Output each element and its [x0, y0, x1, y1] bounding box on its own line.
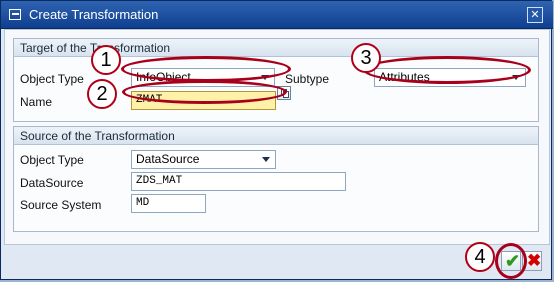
- source-system-input[interactable]: MD: [131, 194, 206, 213]
- annotation-ring-name: [122, 80, 287, 104]
- source-system-label: Source System: [20, 198, 102, 212]
- create-transformation-dialog: Create Transformation ✕ Target of the Tr…: [0, 0, 553, 280]
- dropdown-arrow-icon[interactable]: [262, 157, 270, 162]
- datasource-label: DataSource: [20, 176, 84, 190]
- source-object-type-dropdown[interactable]: DataSource: [131, 150, 276, 169]
- subtype-label: Subtype: [285, 72, 330, 86]
- annotation-number-4: 4: [465, 242, 495, 272]
- source-group-title: Source of the Transformation: [14, 127, 538, 145]
- source-object-type-value: DataSource: [136, 152, 200, 166]
- cancel-icon: ✖: [527, 251, 542, 270]
- target-object-type-label: Object Type: [20, 72, 84, 86]
- create-icon: [9, 9, 21, 20]
- annotation-ring-confirm: [495, 243, 527, 279]
- source-system-value: MD: [136, 197, 150, 209]
- datasource-input[interactable]: ZDS_MAT: [131, 172, 346, 191]
- annotation-number-3: 3: [351, 43, 381, 73]
- datasource-value: ZDS_MAT: [136, 175, 183, 187]
- title-bar: Create Transformation ✕: [1, 1, 553, 29]
- source-object-type-label: Object Type: [20, 153, 84, 167]
- name-label: Name: [20, 95, 53, 109]
- annotation-ring-object-type: [121, 56, 291, 82]
- source-group: Source of the Transformation Object Type…: [13, 126, 539, 232]
- close-button[interactable]: ✕: [527, 7, 543, 23]
- window-title: Create Transformation: [29, 7, 159, 22]
- annotation-number-1: 1: [91, 45, 121, 75]
- annotation-ring-subtype: [363, 56, 531, 84]
- annotation-number-2: 2: [87, 79, 117, 109]
